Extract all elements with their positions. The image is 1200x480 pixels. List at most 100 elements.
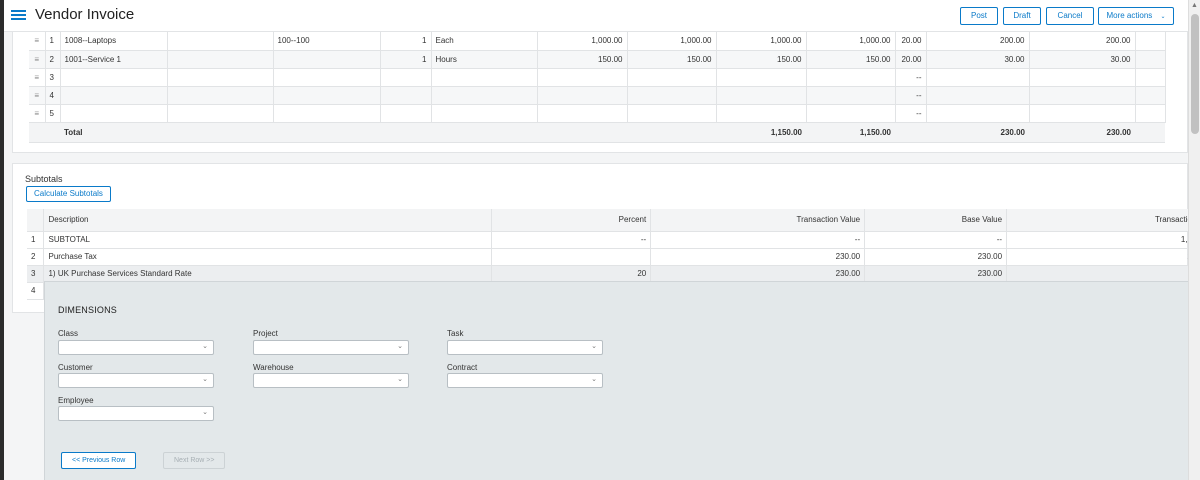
cell-amount[interactable]: 150.00 [716, 50, 807, 69]
post-button[interactable]: Post [960, 7, 998, 25]
cell-description[interactable]: SUBTOTAL [43, 231, 493, 249]
class-select[interactable]: ⌄ [58, 340, 214, 355]
cell-price[interactable] [537, 68, 628, 87]
cell-extra[interactable] [1135, 104, 1166, 123]
cell-unit[interactable] [431, 68, 538, 87]
table-row[interactable]: ≡ 1 1008--Laptops 100--100 1 Each 1,000.00 1,00… [29, 32, 1166, 51]
warehouse-select[interactable]: ⌄ [253, 373, 409, 388]
cell-price[interactable]: 1,000.00 [537, 32, 628, 51]
cell-transaction-value[interactable]: 230.00 [650, 265, 866, 283]
cell-department[interactable] [273, 86, 381, 105]
cell-amount-base[interactable] [806, 104, 896, 123]
cell-extra[interactable] [1135, 32, 1166, 51]
table-row[interactable]: 3 1) UK Purchase Services Standard Rate 20… [27, 265, 1188, 283]
cell-tax[interactable] [926, 104, 1030, 123]
cell-amount[interactable]: 1,000.00 [716, 32, 807, 51]
cell-quantity[interactable] [380, 104, 432, 123]
cell-price-base[interactable] [627, 68, 717, 87]
scrollbar-thumb[interactable] [1191, 14, 1199, 134]
cell-quantity[interactable] [380, 86, 432, 105]
cell-transaction-value[interactable]: -- [650, 231, 866, 249]
cell-price-base[interactable] [627, 104, 717, 123]
cell-price[interactable] [537, 104, 628, 123]
cell-tax-base[interactable] [1029, 86, 1136, 105]
cell-blank[interactable] [167, 50, 274, 69]
project-select[interactable]: ⌄ [253, 340, 409, 355]
cell-tax-base[interactable]: 30.00 [1029, 50, 1136, 69]
cell-tax-base[interactable] [1029, 68, 1136, 87]
drag-handle-icon[interactable]: ≡ [29, 68, 46, 87]
cell-base-value[interactable]: 230.00 [864, 265, 1008, 283]
cell-unit[interactable]: Each [431, 32, 538, 51]
cell-blank[interactable] [167, 32, 274, 51]
cell-base-value[interactable]: 230.00 [864, 248, 1008, 266]
previous-row-button[interactable]: << Previous Row [61, 452, 137, 469]
cell-transaction[interactable]: 2 [1006, 248, 1188, 266]
cell-base-value[interactable]: -- [864, 231, 1008, 249]
cell-department[interactable] [273, 68, 381, 87]
cell-price[interactable] [537, 86, 628, 105]
cell-tax[interactable] [926, 86, 1030, 105]
cell-price-base[interactable]: 150.00 [627, 50, 717, 69]
cell-transaction[interactable]: 1,1 [1006, 231, 1188, 249]
cell-transaction-value[interactable]: 230.00 [650, 248, 866, 266]
table-row[interactable]: ≡ 5 -- [29, 104, 1166, 123]
cell-amount-base[interactable]: 1,000.00 [806, 32, 896, 51]
cell-description[interactable]: Purchase Tax [43, 248, 493, 266]
cell-tax-base[interactable] [1029, 104, 1136, 123]
drag-handle-icon[interactable]: ≡ [29, 50, 46, 69]
employee-select[interactable]: ⌄ [58, 406, 214, 421]
drag-handle-icon[interactable]: ≡ [29, 86, 46, 105]
table-row[interactable]: 1SUBTOTAL------1,1 [27, 231, 1188, 249]
cell-item[interactable]: 1001--Service 1 [60, 50, 168, 69]
cell-tax-rate[interactable]: 20.00 [895, 32, 927, 51]
drag-handle-icon[interactable]: ≡ [29, 32, 46, 51]
cell-item[interactable] [60, 68, 168, 87]
cell-item[interactable] [60, 86, 168, 105]
cell-extra[interactable] [1135, 68, 1166, 87]
cell-tax-rate[interactable]: -- [895, 86, 927, 105]
cell-item[interactable] [60, 104, 168, 123]
cell-price[interactable]: 150.00 [537, 50, 628, 69]
cell-unit[interactable] [431, 104, 538, 123]
next-row-button[interactable]: Next Row >> [163, 452, 226, 469]
table-row[interactable]: 2Purchase Tax230.00230.002 [27, 248, 1188, 266]
cell-extra[interactable] [1135, 50, 1166, 69]
cell-percent[interactable] [491, 248, 652, 266]
cell-percent[interactable]: 20 [491, 265, 652, 283]
cell-blank[interactable] [167, 104, 274, 123]
cell-blank[interactable] [167, 86, 274, 105]
table-row[interactable]: ≡ 3 -- [29, 68, 1166, 87]
cell-amount-base[interactable] [806, 86, 896, 105]
cell-tax[interactable] [926, 68, 1030, 87]
cell-unit[interactable]: Hours [431, 50, 538, 69]
contract-select[interactable]: ⌄ [447, 373, 603, 388]
draft-button[interactable]: Draft [1003, 7, 1041, 25]
task-select[interactable]: ⌄ [447, 340, 603, 355]
table-row[interactable]: ≡ 4 -- [29, 86, 1166, 105]
cell-amount[interactable] [716, 104, 807, 123]
cell-tax-base[interactable]: 200.00 [1029, 32, 1136, 51]
cell-unit[interactable] [431, 86, 538, 105]
calculate-subtotals-button[interactable]: Calculate Subtotals [26, 186, 111, 202]
cell-tax[interactable]: 30.00 [926, 50, 1030, 69]
cell-blank[interactable] [167, 68, 274, 87]
cancel-button[interactable]: Cancel [1046, 7, 1094, 25]
cell-tax-rate[interactable]: -- [895, 104, 927, 123]
cell-description[interactable]: 1) UK Purchase Services Standard Rate [43, 265, 493, 283]
cell-amount-base[interactable] [806, 68, 896, 87]
scroll-up-arrow-icon[interactable]: ▲ [1191, 2, 1198, 9]
cell-department[interactable]: 100--100 [273, 32, 381, 51]
cell-extra[interactable] [1135, 86, 1166, 105]
customer-select[interactable]: ⌄ [58, 373, 214, 388]
cell-tax-rate[interactable]: 20.00 [895, 50, 927, 69]
vertical-scrollbar[interactable]: ▲ [1188, 0, 1200, 480]
cell-quantity[interactable]: 1 [380, 50, 432, 69]
drag-handle-icon[interactable]: ≡ [29, 104, 46, 123]
cell-quantity[interactable]: 1 [380, 32, 432, 51]
more-actions-button[interactable]: More actions ⌄ [1098, 7, 1174, 25]
cell-amount-base[interactable]: 150.00 [806, 50, 896, 69]
cell-item[interactable]: 1008--Laptops [60, 32, 168, 51]
cell-quantity[interactable] [380, 68, 432, 87]
cell-amount[interactable] [716, 86, 807, 105]
